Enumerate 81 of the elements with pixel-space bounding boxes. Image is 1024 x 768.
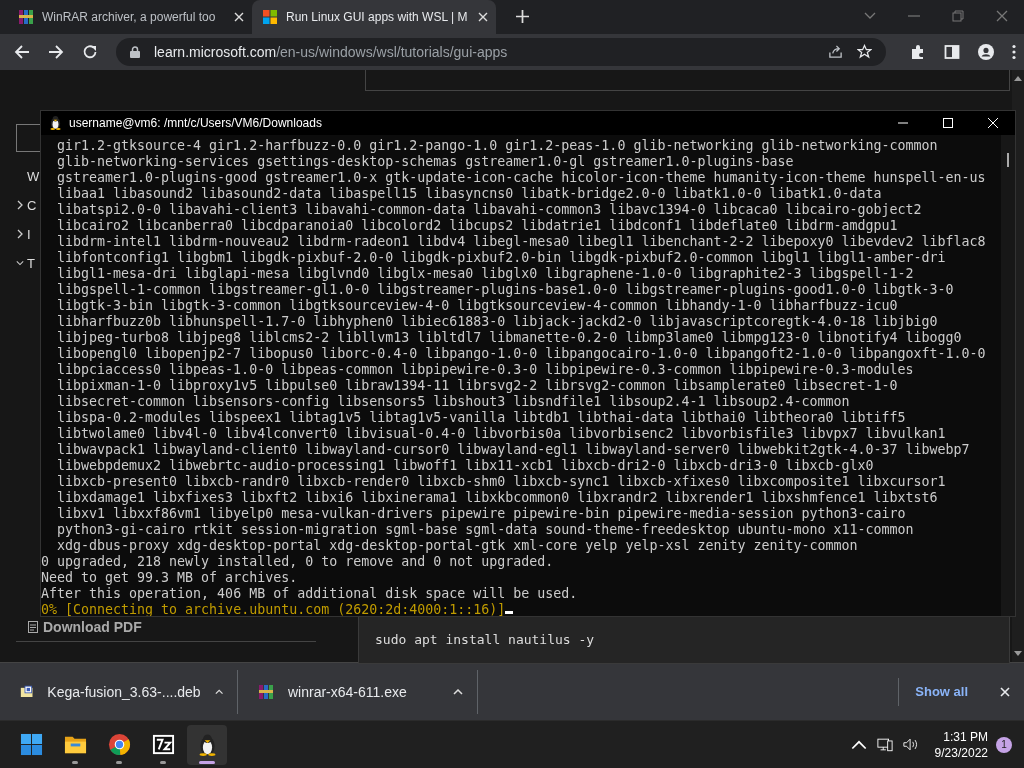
forward-icon[interactable]: [48, 43, 64, 60]
code-text: sudo apt install nautilus -y: [375, 631, 595, 647]
terminal-line: libwavpack1 libwayland-client0 libwayland-cursor0 libwayland-egl1 libwayland-server0 libwebkit2gtk-4.0-37 libwebp7: [57, 441, 970, 457]
puzzle-icon[interactable]: [910, 43, 926, 60]
terminal-line: libcairo2 libcanberra0 libcdparanoia0 libcolord2 libcups2 libdatrie1 libdconf1 libdeflate0 libdrm-amdgpu1: [57, 217, 898, 233]
terminal-line: libdrm-intel1 libdrm-nouveau2 libdrm-radeon1 libdv4 libegl-mesa0 libegl1 libenchant-2-2 libepoxy0 libevdev2 libflac8: [57, 233, 986, 249]
terminal-line: gir1.2-gtksource-4 gir1.2-harfbuzz-0.0 gir1.2-pango-1.0 gir1.2-peas-1.0 glib-networking glib-networking-common: [57, 137, 938, 153]
back-icon[interactable]: [14, 43, 30, 60]
taskbar-app[interactable]: [187, 724, 227, 765]
terminal-line: libatspi2.0-0 libavahi-client3 libavahi-common-data libavahi-common3 libavc1394-0 libcaca0 libcairo-gobject2: [57, 201, 922, 217]
terminal-line: libpciaccess0 libpeas-1.0-0 libpeas-common libpipewire-0.3-0 libpipewire-0.3-common libpipewire-0.3-modules: [57, 361, 914, 377]
sidebar-icon[interactable]: [944, 43, 960, 60]
terminal-line: python3-gi-cairo rtkit session-migration sgml-base sgml-data sound-theme-freedesktop ubuntu-mono x11-common: [57, 521, 914, 537]
terminal-line: libxv1 libxxf86vm1 libyelp0 mesa-vulkan-drivers pipewire pipewire-bin pipewire-media-session python3-cairo: [57, 505, 906, 521]
download-pdf-link[interactable]: Download PDF: [16, 619, 142, 636]
restore-icon[interactable]: [952, 10, 964, 22]
terminal-line: libharfbuzz0b libhunspell-1.7-0 libhyphen0 libiec61883-0 libjack-jackd2-0 libjavascriptcoregtk-4.0-18 libjbig0: [57, 313, 938, 329]
scroll-thumb[interactable]: [1007, 152, 1009, 167]
download-item[interactable]: Kega-fusion_3.63-....deb: [0, 669, 238, 714]
address-bar[interactable]: learn.microsoft.com/en-us/windows/wsl/tutorials/gui-apps: [116, 37, 886, 66]
terminal-line: After this operation, 406 MB of additional disk space will be used.: [41, 585, 578, 601]
windows-logo-icon: [19, 733, 43, 757]
notification-badge[interactable]: 1: [996, 736, 1012, 753]
terminal-line: libgtk-3-bin libgtk-3-common libgtksourceview-4-0 libgtksourceview-4-common libhandy-1-0 libharfbuzz-icu0: [57, 297, 898, 313]
terminal-line: 0 upgraded, 218 newly installed, 0 to remove and 0 not upgraded.: [41, 553, 554, 569]
terminal-line: libgl1-mesa-dri libglapi-mesa libglvnd0 libglx-mesa0 libglx0 libgraphene-1.0-0 libgraphite2-3 libgspell-1-2: [57, 265, 914, 281]
archive-app-icon: [151, 733, 175, 757]
terminal-line: libopengl0 libopenjp2-7 libopus0 liborc-0.4-0 libpango-1.0-0 libpangocairo-1.0-0 libpangoft2-1.0-0 libpangoxft-1.0-0: [57, 345, 986, 361]
terminal-line: libtwolame0 libv4l-0 libv4lconvert0 libvisual-0.4-0 libvorbis0a libvorbisenc2 libvorbisfile3 libvpx7 libvulkan1: [57, 425, 946, 441]
clock[interactable]: 1:31 PM 9/23/2022: [934, 728, 988, 761]
window-title: username@vm6: /mnt/c/Users/VM6/Downloads: [69, 115, 322, 130]
caret-up-icon: [214, 688, 223, 695]
date-text: 9/23/2022: [934, 744, 988, 761]
terminal-line: libxdamage1 libxfixes3 libxft2 libxi6 libxinerama1 libxkbcommon0 libxrandr2 libxrender1 libxshmfence1 libxtst6: [57, 489, 938, 505]
terminal-line: gstreamer1.0-plugins-good gstreamer1.0-x gtk-update-icon-cache hicolor-icon-theme humanity-icon-theme hunspell-en-us: [57, 169, 986, 185]
time-text: 1:31 PM: [943, 728, 988, 745]
terminal-line: libsecret-common libsensors-config libsensors5 libshout3 libsndfile1 libsoup2.4-1 libsoup2.4-common: [57, 393, 850, 409]
lock-icon: [130, 45, 140, 58]
terminal-line: libjpeg-turbo8 libjpeg8 liblcms2-2 libllvm13 libltdl7 libmanette-0.2-0 libmp3lame0 libmpg123-0 libnotify4 libogg0: [57, 329, 962, 345]
terminal-line: libpixman-1-0 libproxy1v5 libpulse0 libraw1394-11 librsvg2-2 librsvg2-common libsamplerate0 libsecret-1-0: [57, 377, 898, 393]
chevron-right-icon: [16, 229, 24, 240]
new-tab-icon[interactable]: [516, 10, 529, 23]
menu-icon[interactable]: [1012, 43, 1016, 60]
nav-item[interactable]: T: [16, 248, 35, 278]
share-icon[interactable]: [828, 44, 843, 60]
text-cursor: [505, 610, 514, 614]
terminal-line: libspa-0.2-modules libspeex1 libtag1v5 libtag1v5-vanilla libtdb1 libthai-data libthai0 libtheora0 libtiff5: [57, 409, 906, 425]
terminal-line: xdg-dbus-proxy xdg-desktop-portal xdg-desktop-portal-gtk xml-core yelp yelp-xsl zenity zenity-common: [57, 537, 858, 553]
file-icon: [20, 683, 34, 700]
terminal-line: libfontconfig1 libgbm1 libgdk-pixbuf-2.0-0 libgdk-pixbuf2.0-bin libgdk-pixbuf2.0-common libgl1 libgl1-amber-dri: [57, 249, 946, 265]
browser-icon: [107, 733, 131, 757]
nav-item[interactable]: W: [16, 161, 40, 191]
terminal-line: libwebpdemux2 libwebrtc-audio-processing1 libwoff1 libx11-xcb1 libxcb-dri2-0 libxcb-dri3-0 libxcb-glx0: [57, 457, 874, 473]
chevron-right-icon: [16, 200, 24, 211]
scroll-down-icon[interactable]: [1014, 651, 1022, 657]
penguin-icon: [49, 115, 62, 131]
reload-icon[interactable]: [82, 43, 98, 60]
terminal-line: libaa1 libasound2 libasound2-data libaspell15 libasyncns0 libatk-bridge2.0-0 libatk1.0-0 libatk1.0-data: [57, 185, 882, 201]
document-icon: [28, 621, 38, 634]
star-icon[interactable]: [857, 44, 872, 60]
show-all-button[interactable]: Show all: [898, 677, 974, 706]
network-icon[interactable]: [876, 737, 893, 753]
books-icon: [18, 9, 34, 25]
four-squares-icon: [262, 9, 278, 25]
scroll-up-icon[interactable]: [1014, 75, 1022, 81]
browser-tab[interactable]: WinRAR archiver, a powerful too: [8, 0, 252, 34]
caret-up-icon: [453, 688, 463, 695]
terminal-line: libxcb-present0 libxcb-randr0 libxcb-render0 libxcb-shm0 libxcb-sync1 libxcb-xfixes0 libxcomposite1 libxcursor1: [57, 473, 946, 489]
nav-item[interactable]: C: [16, 190, 37, 220]
books-icon: [258, 683, 274, 700]
volume-icon[interactable]: [902, 737, 919, 753]
terminal-line: Need to get 99.3 MB of archives.: [41, 569, 298, 585]
terminal-line: 0% [Connecting to archive.ubuntu.com (2620:2d:4000:1::16)]: [41, 601, 506, 616]
url-text: learn.microsoft.com/en-us/windows/wsl/tutorials/gui-apps: [154, 43, 508, 60]
download-item[interactable]: winrar-x64-611.exe: [238, 669, 478, 714]
profile-icon[interactable]: [978, 43, 994, 60]
maximize-icon[interactable]: [943, 117, 953, 128]
terminal-line: glib-networking-services gsettings-desktop-schemas gstreamer1.0-gl gstreamer1.0-plugins-base: [57, 153, 794, 169]
browser-tab[interactable]: Run Linux GUI apps with WSL | M: [252, 0, 496, 34]
nav-item[interactable]: I: [16, 219, 31, 249]
terminal-line: libgspell-1-common libgstreamer-gl1.0-0 libgstreamer-plugins-base1.0-0 libgstreamer-plugins-good1.0-0 libgtk-3-0: [57, 281, 954, 297]
